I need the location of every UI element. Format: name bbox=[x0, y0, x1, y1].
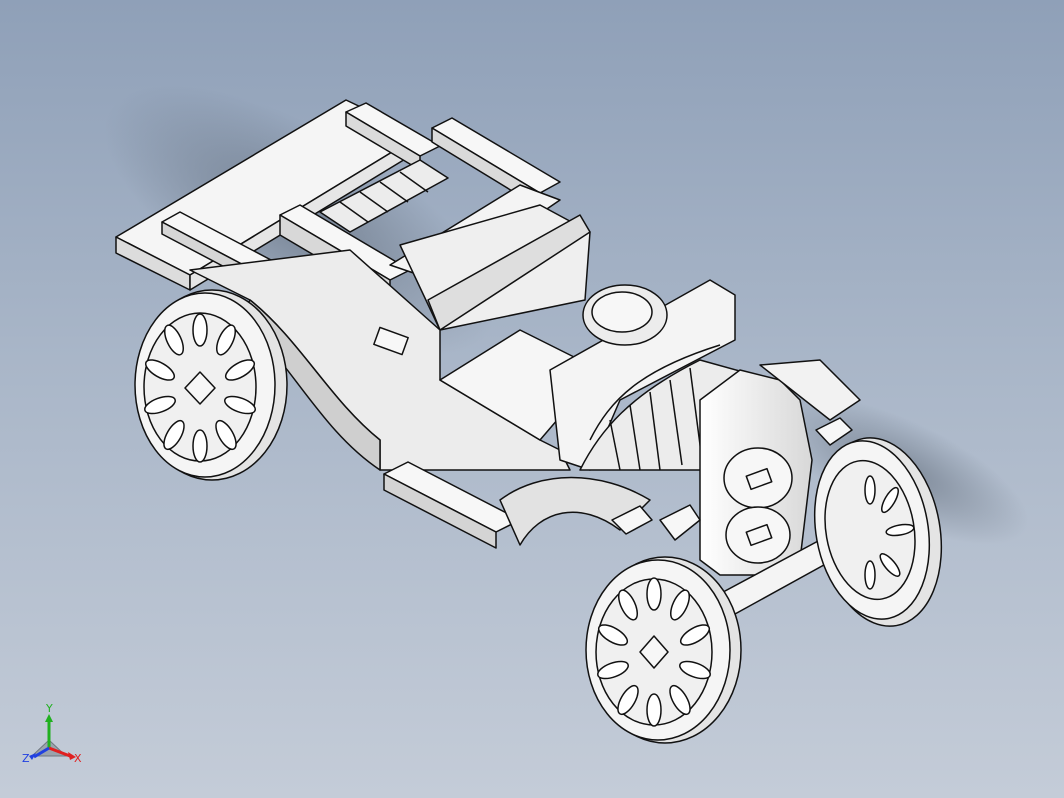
rear-wheel-far bbox=[582, 284, 668, 346]
graphics-viewport[interactable]: Y X Z bbox=[0, 0, 1064, 798]
headlamp-upper bbox=[723, 447, 793, 509]
car-model-3d-view[interactable] bbox=[0, 0, 1064, 798]
y-axis-label: Y bbox=[45, 702, 53, 715]
x-axis-label: X bbox=[74, 752, 82, 765]
front-wheel-left bbox=[585, 556, 742, 744]
rear-wheel bbox=[134, 289, 288, 481]
z-axis-label: Z bbox=[22, 752, 30, 765]
running-board bbox=[383, 461, 521, 549]
headlamp-lower bbox=[725, 506, 791, 564]
y-axis-arrow bbox=[45, 714, 53, 722]
orientation-triad[interactable]: Y X Z bbox=[18, 700, 88, 770]
